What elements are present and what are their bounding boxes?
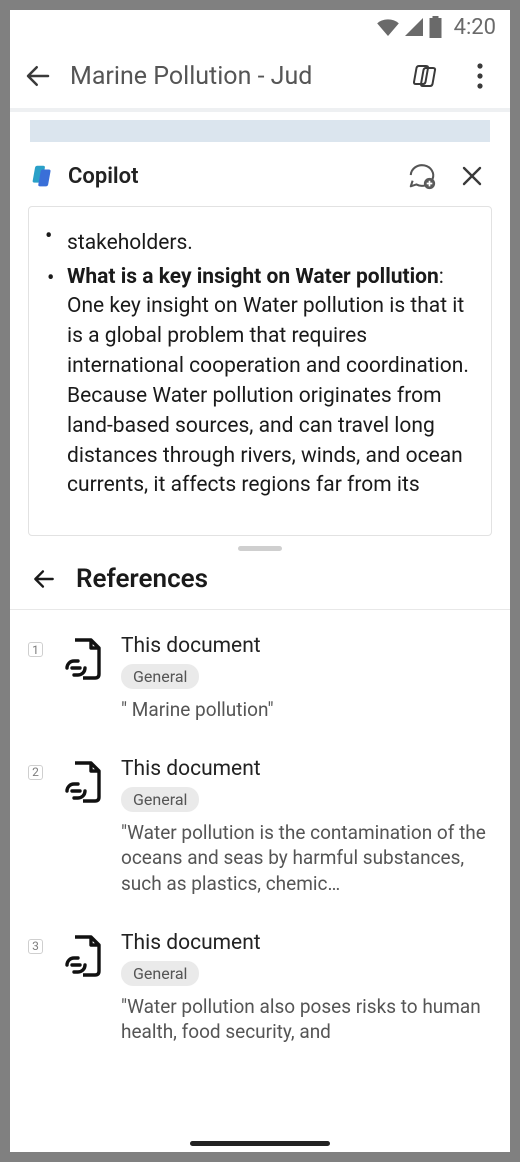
copilot-panel-header: Copilot [10, 142, 510, 206]
overflow-menu-button[interactable] [460, 56, 500, 96]
back-button[interactable] [20, 58, 56, 94]
reference-badge: General [121, 961, 199, 986]
new-chat-button[interactable] [402, 156, 442, 196]
home-indicator[interactable] [190, 1141, 330, 1146]
reference-index-badge: 2 [28, 765, 43, 780]
close-icon [460, 164, 484, 188]
status-time: 4:20 [454, 15, 496, 40]
kebab-icon [477, 63, 483, 89]
references-title: References [76, 564, 208, 594]
copilot-panel-title: Copilot [68, 164, 392, 189]
response-bullet: What is a key insight on Water pollution… [67, 263, 475, 502]
reference-item[interactable]: 2 This document General "Water pollution… [28, 757, 492, 897]
reference-title: This document [121, 931, 492, 955]
reference-title: This document [121, 634, 492, 658]
copilot-response[interactable]: • stakeholders. What is a key insight on… [28, 206, 492, 536]
drag-handle[interactable] [238, 546, 282, 551]
copilot-logo-icon [28, 161, 58, 191]
close-button[interactable] [452, 156, 492, 196]
arrow-left-icon [23, 61, 53, 91]
app-header: Marine Pollution - Jud [10, 44, 510, 108]
wifi-icon [377, 18, 399, 36]
status-bar: 4:20 [10, 10, 510, 44]
document-link-icon [59, 636, 105, 682]
cell-signal-icon [405, 18, 423, 36]
reference-quote: "Water pollution also poses risks to hum… [121, 994, 492, 1045]
reference-index-badge: 1 [28, 642, 43, 657]
battery-icon [429, 16, 442, 38]
arrow-left-icon [31, 566, 57, 592]
document-selection [30, 120, 490, 142]
document-link-icon [59, 933, 105, 979]
reference-badge: General [121, 664, 199, 689]
sheet-drag-row [10, 536, 510, 557]
bullet-body: : One key insight on Water pollution is … [67, 265, 469, 498]
document-canvas [10, 112, 510, 142]
reference-title: This document [121, 757, 492, 781]
reference-item[interactable]: 1 This document General " Marine polluti… [28, 634, 492, 723]
copilot-header-button[interactable] [406, 56, 446, 96]
reference-quote: " Marine pollution" [121, 697, 492, 723]
reference-item[interactable]: 3 This document General "Water pollution… [28, 931, 492, 1045]
document-link-icon [59, 759, 105, 805]
reference-quote: "Water pollution is the contamination of… [121, 820, 492, 897]
chat-plus-icon [407, 161, 437, 191]
references-header: References [10, 557, 510, 609]
references-list: 1 This document General " Marine polluti… [10, 624, 510, 1045]
reference-index-badge: 3 [28, 939, 43, 954]
divider [10, 609, 510, 610]
copilot-glyph-icon [410, 60, 442, 92]
document-title: Marine Pollution - Jud [70, 62, 392, 91]
reference-badge: General [121, 787, 199, 812]
bullet-heading: What is a key insight on Water pollution [67, 265, 439, 289]
references-back-button[interactable] [28, 563, 60, 595]
